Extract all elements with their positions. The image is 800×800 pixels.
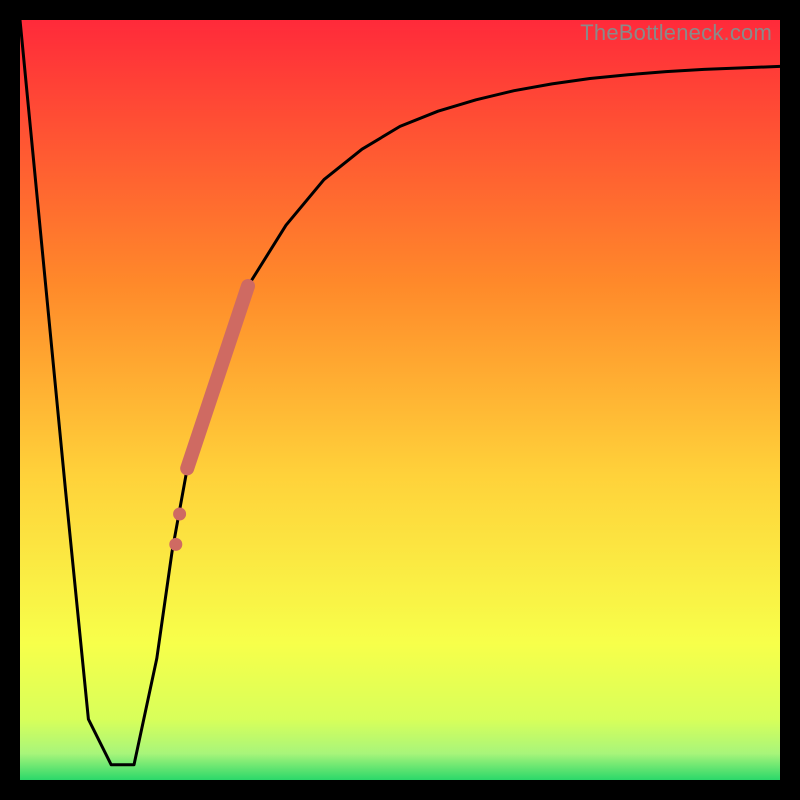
- plot-area: TheBottleneck.com: [20, 20, 780, 780]
- gradient-background: [20, 20, 780, 780]
- highlight-dot: [173, 508, 186, 521]
- chart-frame: TheBottleneck.com: [0, 0, 800, 800]
- gradient-rect: [20, 20, 780, 780]
- highlight-dot: [181, 462, 194, 475]
- watermark-text: TheBottleneck.com: [580, 20, 772, 46]
- highlight-dot: [169, 538, 182, 551]
